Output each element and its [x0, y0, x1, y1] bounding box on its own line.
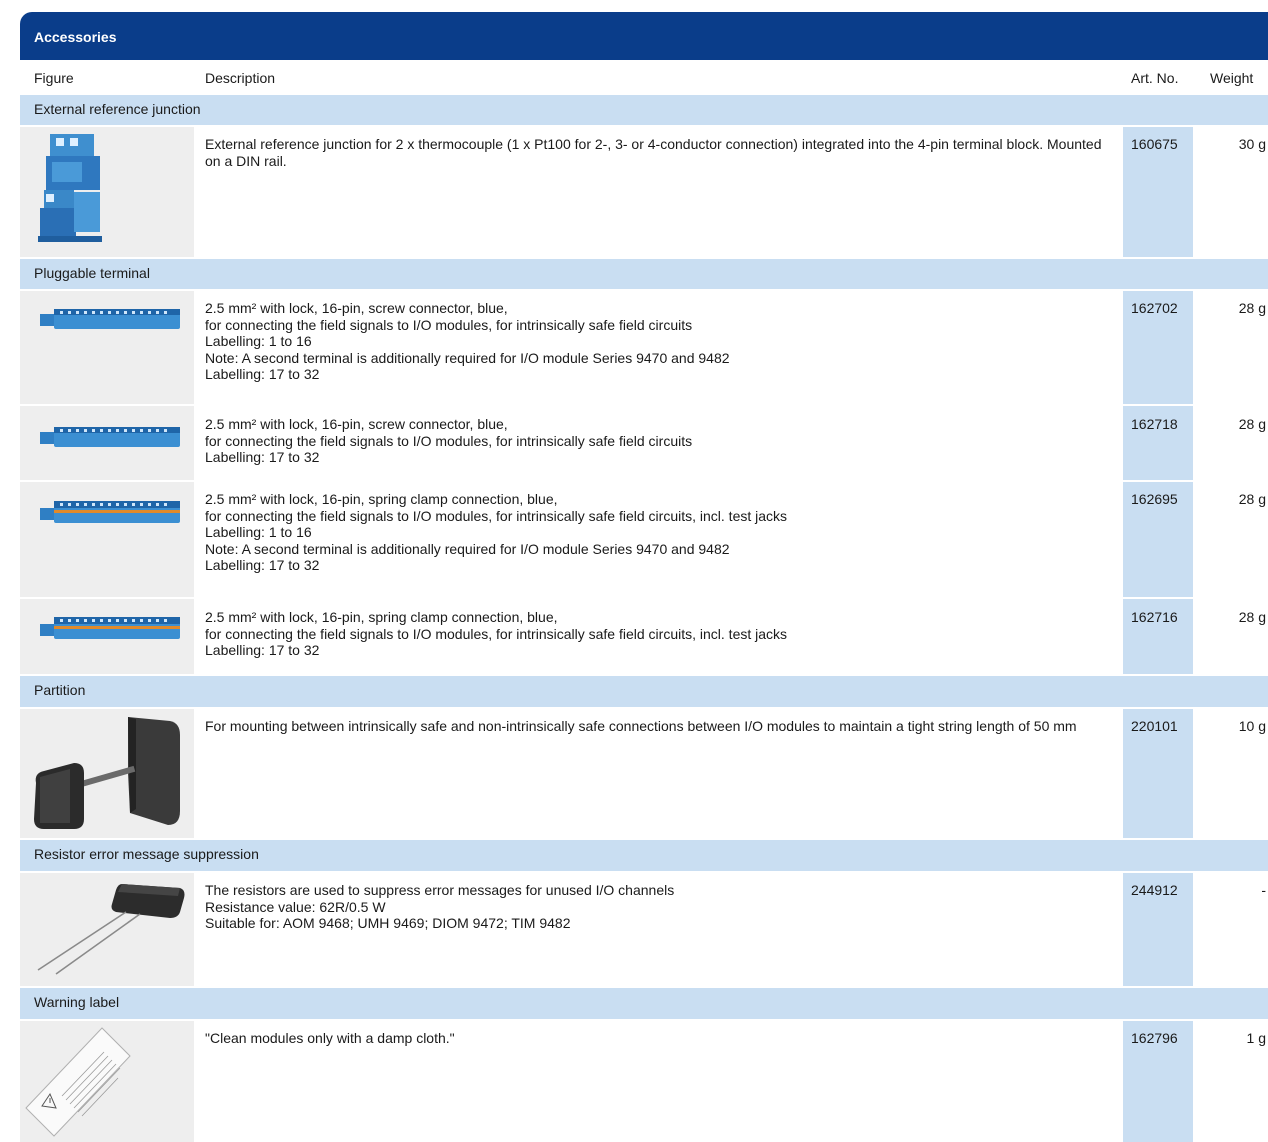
- section-banner: Accessories: [20, 12, 1268, 60]
- description-line: 2.5 mm² with lock, 16-pin, screw connect…: [205, 416, 508, 432]
- category-label: Warning label: [34, 994, 120, 1010]
- row-separator: [20, 480, 1268, 482]
- header-description: Description: [205, 70, 276, 86]
- description-line: for connecting the field signals to I/O …: [205, 432, 693, 449]
- description-cell: 2.5 mm² with lock, 16-pin, spring clamp …: [205, 491, 1110, 574]
- resistor-image: [37, 884, 185, 975]
- description-line: for connecting the field signals to I/O …: [205, 625, 788, 642]
- description-line: Resistance value: 62R/0.5 W: [205, 898, 386, 915]
- category-label: Resistor error message suppression: [34, 846, 259, 862]
- description-line: Suitable for: AOM 9468; UMH 9469; DIOM 9…: [205, 915, 571, 931]
- description-line: The resistors are used to suppress error…: [205, 882, 675, 898]
- row-separator: [20, 404, 1268, 406]
- screw-terminal-image: [40, 427, 180, 447]
- description-cell: "Clean modules only with a damp cloth.": [205, 1030, 1110, 1047]
- description-line: Note: A second terminal is additionally …: [205, 540, 730, 557]
- weight: 30 g: [1238, 136, 1266, 152]
- section-title: Accessories: [34, 29, 117, 45]
- spring-clamp-terminal-image: [40, 617, 180, 639]
- description-cell: The resistors are used to suppress error…: [205, 882, 1110, 932]
- weight: 1 g: [1246, 1030, 1266, 1046]
- description-line: Labelling: 1 to 16: [205, 333, 312, 349]
- category-external-reference-junction: External reference junction: [20, 95, 1268, 125]
- art-no: 162695: [1131, 491, 1178, 507]
- description-line: for connecting the field signals to I/O …: [205, 507, 788, 524]
- weight: -: [1261, 882, 1266, 898]
- screw-terminal-image: [40, 309, 180, 329]
- reference-junction-image: [38, 134, 102, 242]
- description-cell: 2.5 mm² with lock, 16-pin, spring clamp …: [205, 609, 1110, 659]
- description-line: Note: A second terminal is additionally …: [205, 349, 730, 366]
- weight: 28 g: [1238, 300, 1266, 316]
- warning-label-image: [25, 1027, 131, 1137]
- partition-image: [34, 717, 180, 829]
- category-pluggable-terminal: Pluggable terminal: [20, 259, 1268, 289]
- description-text: For mounting between intrinsically safe …: [205, 718, 1077, 734]
- description-line: Labelling: 17 to 32: [205, 449, 320, 465]
- art-no: 160675: [1131, 136, 1178, 152]
- description-line: Labelling: 17 to 32: [205, 557, 320, 573]
- row-separator: [20, 597, 1268, 599]
- spring-clamp-terminal-image: [40, 501, 180, 523]
- category-label: Pluggable terminal: [34, 265, 150, 281]
- header-figure: Figure: [34, 70, 74, 86]
- description-text: "Clean modules only with a damp cloth.": [205, 1030, 455, 1046]
- weight: 10 g: [1238, 718, 1266, 734]
- weight: 28 g: [1238, 416, 1266, 432]
- header-weight: Weight: [1210, 70, 1254, 86]
- description-line: Labelling: 17 to 32: [205, 642, 320, 658]
- art-no: 244912: [1131, 882, 1178, 898]
- art-no: 220101: [1131, 718, 1178, 734]
- category-partition: Partition: [20, 676, 1268, 707]
- description-line: 2.5 mm² with lock, 16-pin, screw connect…: [205, 300, 508, 316]
- art-no: 162796: [1131, 1030, 1178, 1046]
- header-art-no: Art. No.: [1131, 70, 1179, 86]
- accessories-page: Accessories Figure Description Art. No. …: [0, 0, 1268, 1142]
- description-line: 2.5 mm² with lock, 16-pin, spring clamp …: [205, 609, 558, 625]
- category-warning-label: Warning label: [20, 988, 1268, 1019]
- weight: 28 g: [1238, 609, 1266, 625]
- description-line: Labelling: 17 to 32: [205, 366, 320, 382]
- category-resistor-suppression: Resistor error message suppression: [20, 840, 1268, 871]
- category-label: Partition: [34, 682, 86, 698]
- description-cell: 2.5 mm² with lock, 16-pin, screw connect…: [205, 300, 1110, 383]
- category-label: External reference junction: [34, 101, 201, 117]
- art-no: 162702: [1131, 300, 1178, 316]
- art-no: 162718: [1131, 416, 1178, 432]
- art-no: 162716: [1131, 609, 1178, 625]
- description-cell: For mounting between intrinsically safe …: [205, 718, 1110, 735]
- description-line: Labelling: 1 to 16: [205, 524, 312, 540]
- description-cell: External reference junction for 2 x ther…: [205, 136, 1110, 169]
- description-line: for connecting the field signals to I/O …: [205, 316, 693, 333]
- weight: 28 g: [1238, 491, 1266, 507]
- description-cell: 2.5 mm² with lock, 16-pin, screw connect…: [205, 416, 1110, 466]
- description-text: External reference junction for 2 x ther…: [205, 136, 1102, 169]
- description-line: 2.5 mm² with lock, 16-pin, spring clamp …: [205, 491, 558, 507]
